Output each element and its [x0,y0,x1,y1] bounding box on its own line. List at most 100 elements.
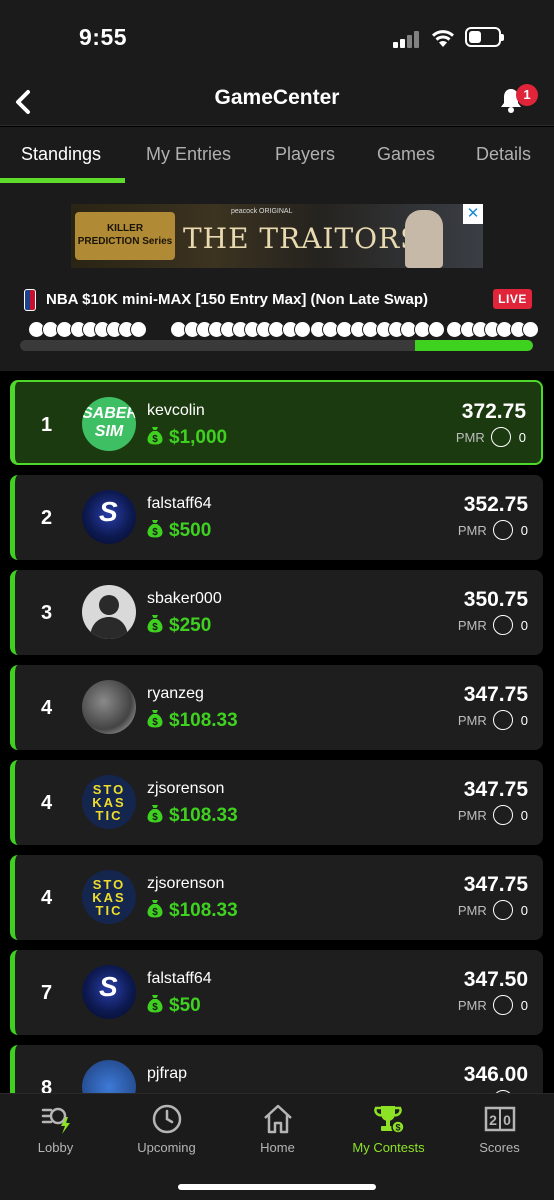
svg-text:0: 0 [503,1112,511,1128]
nav-my-contests[interactable]: $ My Contests [333,1094,444,1164]
pmr-label: PMR [457,618,487,633]
standings-content: KILLER PREDICTION Series peacock ORIGINA… [0,183,554,1093]
pmr-label: PMR [457,998,487,1013]
svg-text:2: 2 [489,1112,497,1128]
avatar: S [82,965,136,1019]
status-time: 9:55 [79,24,128,50]
entry-dot [522,321,539,338]
prize-value: $50 [169,995,201,1016]
prize-amount: $ $108.33 [147,900,238,922]
standings-row[interactable]: 4 STO KAS TIC zjsorenson $ $108.33 347.75 PMR 0 [10,855,543,940]
rank: 1 [41,414,53,436]
contest-info: NBA $10K mini-MAX [150 Entry Max] (Non L… [24,287,544,313]
username: kevcolin [147,402,205,419]
nav-scores-label: Scores [479,1140,520,1155]
pmr-indicator: PMR 0 [456,427,526,448]
rank: 4 [41,887,53,909]
pmr-label: PMR [457,523,487,538]
wifi-icon [432,30,454,47]
tab-games[interactable]: Games [377,144,435,165]
pmr-label: PMR [457,808,487,823]
standings-row[interactable]: 1 SABER SIM kevcolin $ $1,000 372.75 PMR 0 [10,380,543,465]
entry-dots [20,319,539,341]
nav-home[interactable]: Home [222,1094,333,1164]
fantasy-score: 347.75 [463,778,528,801]
pmr-value: 0 [520,998,528,1013]
nav-lobby-label: Lobby [37,1140,74,1155]
svg-text:$: $ [152,434,158,445]
ad-banner[interactable]: KILLER PREDICTION Series peacock ORIGINA… [71,204,483,268]
ad-title: THE TRAITORS [183,222,421,255]
contest-progress-bar [20,340,533,351]
pmr-circle-icon [492,805,513,826]
avatar-text: STO KAS TIC [92,877,126,918]
fantasy-score: 347.50 [463,968,528,991]
prize-amount: $ $50 [147,995,201,1017]
home-icon [264,1104,292,1134]
fantasy-score: 346.00 [463,1063,528,1086]
pmr-value: 0 [520,903,528,918]
prize-value: $108.33 [169,710,238,731]
pmr-label: PMR [457,713,487,728]
pmr-circle-icon [492,520,513,541]
pmr-label: PMR [457,903,487,918]
avatar: STO KAS TIC [82,775,136,829]
page-title: GameCenter [214,86,340,109]
ad-small-text: peacock ORIGINAL [231,208,293,215]
default-avatar-icon [90,595,128,639]
nba-logo-icon [24,289,36,311]
fantasy-score: 350.75 [463,588,528,611]
lobby-icon [41,1107,70,1134]
avatar [82,1060,136,1093]
tab-my-entries[interactable]: My Entries [146,144,231,165]
tab-standings[interactable]: Standings [21,144,101,165]
ad-figure-image [405,210,443,268]
bottom-navigation: Lobby Upcoming Home $ My Contests 2 0 Sc… [0,1093,554,1200]
standings-row[interactable]: 7 Sfalstaff64 $ $50 347.50 PMR 0 [10,950,543,1035]
tab-details[interactable]: Details [476,144,531,165]
entry-dot [130,321,147,338]
pmr-circle-icon [490,427,511,448]
entry-dot [428,321,445,338]
nav-upcoming-label: Upcoming [137,1140,196,1155]
home-indicator[interactable] [178,1184,376,1190]
nav-home-label: Home [260,1140,295,1155]
entry-dot [294,321,311,338]
pmr-indicator: PMR 0 [457,615,528,636]
tab-players[interactable]: Players [275,144,335,165]
standings-row[interactable]: 8pjfrap346.00PMR0 [10,1045,543,1093]
username: sbaker000 [147,590,222,607]
prize-amount: $ $1,000 [147,427,227,449]
standings-row[interactable]: 4 ryanzeg $ $108.33 347.75 PMR 0 [10,665,543,750]
prize-value: $108.33 [169,805,238,826]
rank: 8 [41,1077,53,1093]
pmr-indicator: PMR 0 [457,520,528,541]
pmr-indicator: PMR 0 [457,805,528,826]
svg-text:$: $ [395,1123,400,1133]
standings-row[interactable]: 4 STO KAS TIC zjsorenson $ $108.33 347.75 PMR 0 [10,760,543,845]
ad-close-icon[interactable]: ✕ [463,204,483,224]
pmr-circle-icon [492,710,513,731]
svg-text:$: $ [152,812,158,823]
nav-lobby[interactable]: Lobby [0,1094,111,1164]
notification-badge: 1 [516,84,538,106]
signal-icon [393,30,423,48]
fantasy-score: 372.75 [461,400,526,423]
rank: 4 [41,792,53,814]
standings-row[interactable]: 3 sbaker000 $ $250 350.75 PMR 0 [10,570,543,655]
svg-text:$: $ [152,527,158,538]
contest-name: NBA $10K mini-MAX [150 Entry Max] (Non L… [46,291,429,308]
standings-row[interactable]: 2 Sfalstaff64 $ $500 352.75 PMR 0 [10,475,543,560]
fantasy-score: 352.75 [463,493,528,516]
tab-bar: Standings My Entries Players Games Detai… [0,127,554,183]
fantasy-score: 347.75 [463,683,528,706]
avatar: SABER SIM [82,397,136,451]
avatar [82,680,136,734]
clock-icon [152,1104,182,1134]
nav-upcoming[interactable]: Upcoming [111,1094,222,1164]
pmr-circle-icon [492,995,513,1016]
svg-text:$: $ [152,907,158,918]
username: zjsorenson [147,875,225,892]
nav-scores[interactable]: 2 0 Scores [444,1094,554,1164]
pmr-value: 0 [518,430,526,445]
